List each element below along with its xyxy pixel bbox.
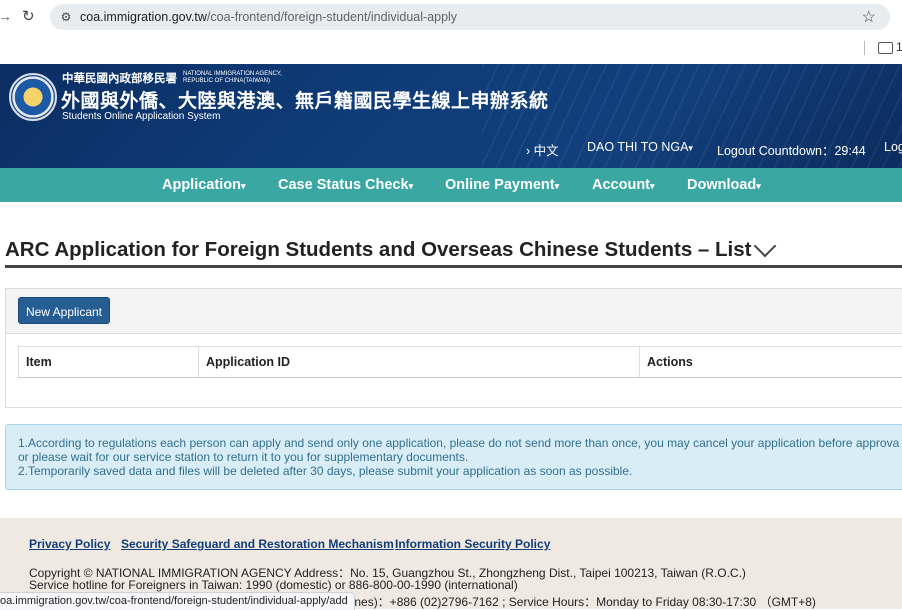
information-security-policy-link[interactable]: Information Security Policy [395,537,550,551]
menu-label: Online Payment [445,177,555,193]
link-preview-status: oa.immigration.gov.tw/coa-frontend/forei… [0,592,355,610]
url-path: /coa-frontend/foreign-student/individual… [206,10,458,24]
info-notice: 1.According to regulations each person c… [5,424,902,490]
applicant-list-panel: New Applicant Item Application ID Action… [5,288,902,408]
page-title: ARC Application for Foreign Students and… [5,238,752,261]
user-name: DAO THI TO NGA [587,140,689,154]
caret-down-icon: ▾ [756,181,761,191]
menu-case-status-check[interactable]: Case Status Check▾ [278,177,413,193]
caret-down-icon: ▾ [408,181,414,191]
menu-label: Account [592,177,650,193]
browser-chrome: → ↻ ⚙ coa.immigration.gov.tw/coa-fronten… [0,0,902,64]
menu-online-payment[interactable]: Online Payment▾ [445,177,559,193]
logout-countdown: Logout Countdown：29:44 [717,140,866,159]
logout-link[interactable]: Log [884,140,902,154]
column-header-actions: Actions [647,355,693,369]
countdown-value: 29:44 [834,144,866,158]
folder-icon[interactable] [878,42,893,54]
user-menu[interactable]: DAO THI TO NGA▾ [587,140,693,154]
caret-down-icon: ▾ [240,181,246,191]
chevron-down-icon[interactable] [753,234,777,258]
site-settings-icon[interactable]: ⚙ [58,9,74,25]
menu-label: Application [162,177,241,193]
caret-down-icon: ▾ [554,181,560,191]
language-switch-link[interactable]: › 中文 [526,140,559,159]
main-menu: Application▾ Case Status Check▾ Online P… [0,168,902,202]
reload-icon[interactable]: ↻ [22,7,35,25]
system-title-en: Students Online Application System [62,111,221,122]
menu-label: Case Status Check [278,177,409,193]
title-divider [5,265,902,268]
menu-download[interactable]: Download▾ [687,177,761,193]
menu-account[interactable]: Account▾ [592,177,655,193]
caret-down-icon: ▾ [688,143,693,153]
applicant-table: Item Application ID Actions [18,346,902,378]
security-safeguard-link[interactable]: Security Safeguard and Restoration Mecha… [121,537,394,551]
column-header-item: Item [19,347,199,377]
panel-toolbar: New Applicant [6,289,902,334]
agency-name-en: NATIONAL IMMIGRATION AGENCY, REPUBLIC OF… [183,71,282,84]
agency-emblem-logo[interactable] [9,73,57,121]
menu-label: Download [687,177,757,193]
agency-name-cn: 中華民國內政部移民署 [62,73,177,85]
address-bar[interactable]: ⚙ coa.immigration.gov.tw/coa-frontend/fo… [50,4,890,30]
url-text[interactable]: coa.immigration.gov.tw/coa-frontend/fore… [80,10,457,24]
menu-application[interactable]: Application▾ [162,177,245,193]
bookmark-separator [864,41,865,55]
forward-icon[interactable]: → [0,8,12,24]
column-header-application-id: Application ID [199,347,640,377]
url-host: coa.immigration.gov.tw [80,10,207,24]
hotline-text: Service hotline for Foreigners in Taiwan… [29,578,518,592]
site-header: 中華民國內政部移民署 NATIONAL IMMIGRATION AGENCY, … [0,64,902,168]
bookmark-star-icon[interactable]: ☆ [862,7,876,27]
notice-line: or please wait for our service station t… [18,450,469,464]
bookmark-folder-label[interactable]: 1 [896,40,902,54]
notice-line: 1.According to regulations each person c… [18,436,900,450]
caret-down-icon: ▾ [650,181,655,191]
system-title-cn: 外國與外僑、大陸與港澳、無戶籍國民學生線上申辦系統 [61,91,549,112]
table-divider [18,377,902,378]
notice-line: 2.Temporarily saved data and files will … [18,464,633,478]
new-applicant-button[interactable]: New Applicant [18,297,110,324]
countdown-label: Logout Countdown： [717,144,835,158]
privacy-policy-link[interactable]: Privacy Policy [29,537,110,551]
service-hours-text: ix Lines)：+886 (02)2796-7162 ; Service H… [333,595,816,609]
